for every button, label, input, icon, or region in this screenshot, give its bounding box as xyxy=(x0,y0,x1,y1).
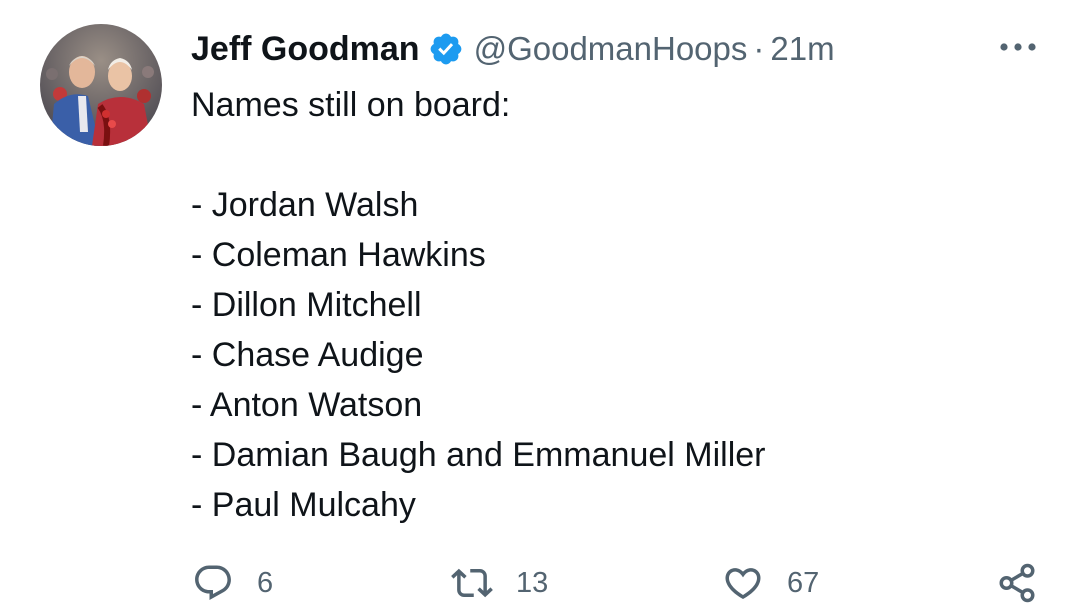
share-icon xyxy=(999,563,1035,603)
tweet-line: - Damian Baugh and Emmanuel Miller xyxy=(191,436,766,474)
tweet-line: - Chase Audige xyxy=(191,336,424,374)
tweet-text: Names still on board: - Jordan Walsh - C… xyxy=(191,80,765,530)
tweet: Jeff Goodman @GoodmanHoops · 21m Names s… xyxy=(0,0,1080,612)
like-count: 67 xyxy=(787,566,820,599)
more-options-icon xyxy=(1000,43,1036,51)
retweet-icon xyxy=(451,568,493,598)
timestamp[interactable]: 21m xyxy=(770,30,834,68)
share-button[interactable] xyxy=(996,562,1038,604)
tweet-line: Names still on board: xyxy=(191,86,511,124)
tweet-header: Jeff Goodman @GoodmanHoops · 21m xyxy=(191,26,835,72)
tweet-line: - Jordan Walsh xyxy=(191,186,419,224)
tweet-line: - Anton Watson xyxy=(191,386,423,424)
tweet-line: - Dillon Mitchell xyxy=(191,286,422,324)
tweet-line xyxy=(191,130,765,180)
tweet-actions: 6 13 67 xyxy=(0,556,1080,610)
reply-count: 6 xyxy=(257,566,274,599)
reply-button[interactable]: 6 xyxy=(191,562,273,604)
tweet-line: - Paul Mulcahy xyxy=(191,486,416,524)
retweet-count: 13 xyxy=(516,566,549,599)
avatar[interactable] xyxy=(40,24,162,146)
heart-icon xyxy=(725,568,761,600)
verified-badge-icon xyxy=(428,31,464,67)
more-options-button[interactable] xyxy=(996,32,1040,62)
separator-dot: · xyxy=(753,30,765,67)
reply-icon xyxy=(195,565,231,600)
author-name[interactable]: Jeff Goodman xyxy=(191,30,420,69)
like-button[interactable]: 67 xyxy=(721,562,819,604)
author-handle[interactable]: @GoodmanHoops xyxy=(474,30,748,68)
retweet-button[interactable]: 13 xyxy=(450,562,548,604)
tweet-line: - Coleman Hawkins xyxy=(191,236,486,274)
